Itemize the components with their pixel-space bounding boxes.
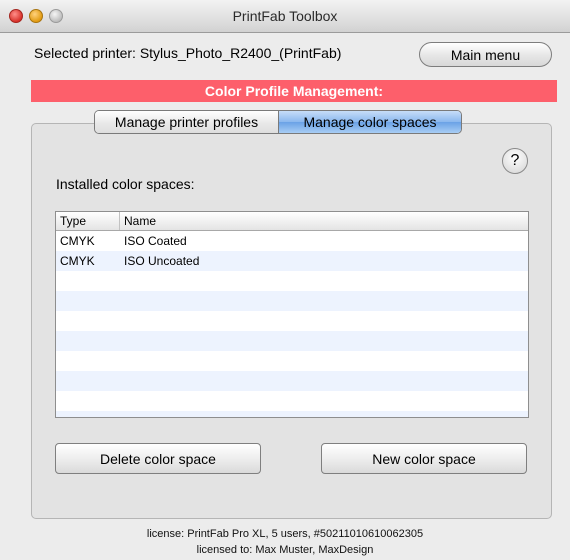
- selected-printer-label: Selected printer: Stylus_Photo_R2400_(Pr…: [34, 45, 342, 61]
- empty-table-row: [56, 291, 528, 311]
- title-bar[interactable]: PrintFab Toolbox: [0, 0, 570, 33]
- tab-manage-color-spaces[interactable]: Manage color spaces: [279, 111, 461, 133]
- installed-color-spaces-label: Installed color spaces:: [56, 176, 195, 192]
- help-icon: ?: [510, 152, 520, 169]
- section-banner: Color Profile Management:: [31, 80, 557, 102]
- empty-table-row: [56, 331, 528, 351]
- cell-name: ISO Uncoated: [124, 254, 200, 268]
- table-row[interactable]: CMYK ISO Uncoated: [56, 251, 528, 271]
- empty-table-row: [56, 371, 528, 391]
- column-header-name[interactable]: Name: [120, 212, 528, 230]
- delete-color-space-button[interactable]: Delete color space: [55, 443, 261, 474]
- cell-type: CMYK: [60, 254, 95, 268]
- column-header-type[interactable]: Type: [56, 212, 120, 230]
- empty-table-row: [56, 351, 528, 371]
- license-info: license: PrintFab Pro XL, 5 users, #5021…: [0, 526, 570, 558]
- cell-name: ISO Coated: [124, 234, 187, 248]
- help-button[interactable]: ?: [502, 148, 528, 174]
- toolbox-window: PrintFab Toolbox Selected printer: Stylu…: [0, 0, 570, 560]
- table-header: Type Name: [56, 212, 528, 231]
- table-body: CMYK ISO Coated CMYK ISO Uncoated: [56, 231, 528, 417]
- main-menu-button[interactable]: Main menu: [419, 42, 552, 67]
- window-title: PrintFab Toolbox: [232, 8, 338, 24]
- color-spaces-table[interactable]: Type Name CMYK ISO Coated CMYK ISO Uncoa…: [55, 211, 529, 418]
- new-color-space-button[interactable]: New color space: [321, 443, 527, 474]
- empty-table-row: [56, 391, 528, 411]
- empty-table-row: [56, 311, 528, 331]
- tab-bar: Manage printer profiles Manage color spa…: [94, 110, 462, 134]
- license-line: license: PrintFab Pro XL, 5 users, #5021…: [146, 528, 424, 540]
- cell-type: CMYK: [60, 234, 95, 248]
- tab-manage-printer-profiles[interactable]: Manage printer profiles: [95, 111, 279, 133]
- empty-table-row: [56, 411, 528, 417]
- licensee-line: licensed to: Max Muster, MaxDesign: [196, 544, 374, 556]
- empty-table-row: [56, 271, 528, 291]
- table-row[interactable]: CMYK ISO Coated: [56, 231, 528, 251]
